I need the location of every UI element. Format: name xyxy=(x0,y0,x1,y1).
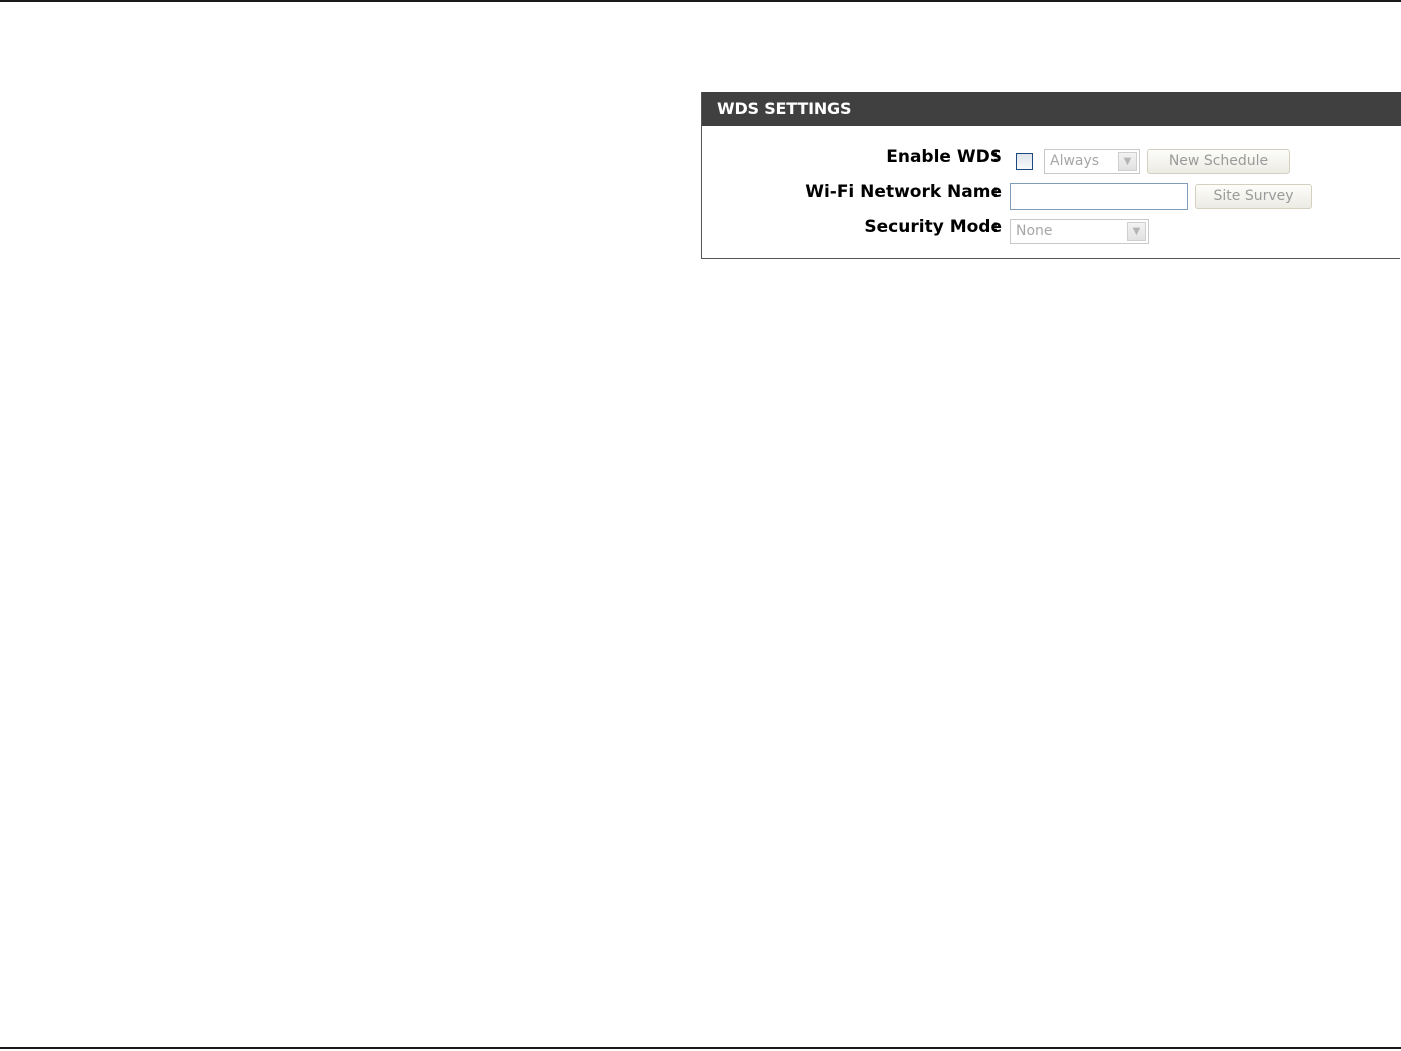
enable-wds-colon: : xyxy=(992,147,999,167)
enable-wds-checkbox[interactable] xyxy=(1016,153,1033,170)
bottom-divider xyxy=(0,1047,1401,1049)
new-schedule-button[interactable]: New Schedule xyxy=(1147,149,1290,174)
security-mode-colon: : xyxy=(992,217,999,237)
top-divider xyxy=(0,0,1401,2)
security-mode-value: None xyxy=(1016,223,1053,239)
page: WDS SETTINGS Enable WDS : Always ▼ New S… xyxy=(0,0,1401,1051)
schedule-select-value: Always xyxy=(1050,153,1100,169)
site-survey-button[interactable]: Site Survey xyxy=(1195,184,1312,209)
wifi-network-name-colon: : xyxy=(992,182,999,202)
security-mode-select[interactable]: None ▼ xyxy=(1010,219,1149,244)
schedule-select[interactable]: Always ▼ xyxy=(1044,149,1140,174)
chevron-down-icon[interactable]: ▼ xyxy=(1118,152,1137,171)
wifi-network-name-input[interactable] xyxy=(1010,183,1188,210)
chevron-down-icon[interactable]: ▼ xyxy=(1127,222,1146,241)
wds-settings-panel: WDS SETTINGS Enable WDS : Always ▼ New S… xyxy=(701,92,1401,259)
panel-title: WDS SETTINGS xyxy=(702,92,1401,126)
enable-wds-label: Enable WDS xyxy=(886,147,1002,167)
security-mode-label: Security Mode xyxy=(864,217,1002,237)
wifi-network-name-label: Wi-Fi Network Name xyxy=(805,182,1002,202)
